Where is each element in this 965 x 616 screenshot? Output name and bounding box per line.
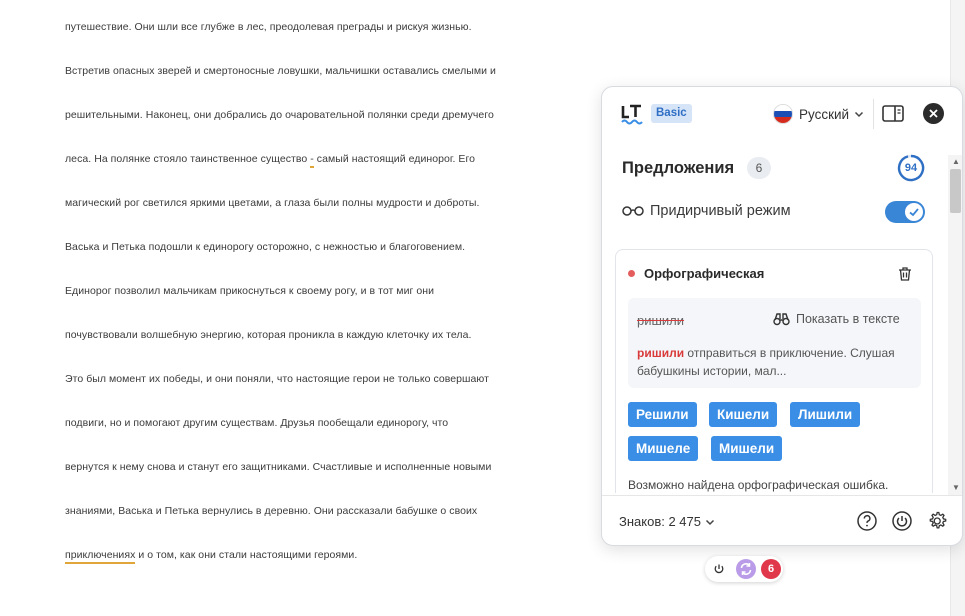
close-button[interactable]: [923, 103, 944, 124]
gear-icon[interactable]: [927, 510, 949, 532]
document-line[interactable]: магический рог светился яркими цветами, …: [65, 197, 479, 209]
languagetool-mini-widget[interactable]: 6: [705, 556, 783, 582]
flagged-text[interactable]: приключениях: [65, 549, 136, 564]
category-label: Орфографическая: [644, 266, 765, 281]
document-line[interactable]: почувствовали волшебную энергию, которая…: [65, 329, 471, 341]
show-in-text-label: Показать в тексте: [796, 312, 900, 326]
document-line[interactable]: подвиги, но и помогают другим существам.…: [65, 417, 448, 429]
show-in-text-link[interactable]: Показать в тексте: [773, 312, 900, 326]
error-word: ришили: [637, 313, 685, 328]
document-line[interactable]: Это был момент их победы, и они поняли, …: [65, 373, 489, 385]
error-count-badge[interactable]: 6: [761, 559, 781, 579]
sync-icon: [740, 563, 752, 575]
document-text-segment: и о том, как они стали настоящими героям…: [135, 549, 358, 561]
suggestion-button[interactable]: Решили: [628, 402, 697, 427]
sidebar-toggle-icon[interactable]: [881, 103, 905, 125]
panel-footer: Знаков: 2 475: [602, 495, 962, 545]
help-icon[interactable]: [856, 510, 878, 532]
language-selector[interactable]: Русский: [773, 103, 864, 125]
error-context-highlight: ришили: [637, 346, 685, 360]
languagetool-panel: Basic Русский Предложения 6 94 Придирчив…: [601, 86, 963, 546]
power-icon[interactable]: [711, 561, 727, 577]
close-icon: [929, 109, 938, 118]
panel-body: Предложения 6 94 Придирчивый режим Орфог…: [602, 141, 948, 493]
document-line[interactable]: путешествие. Они шли все глубже в лес, п…: [65, 21, 472, 33]
character-count-dropdown[interactable]: Знаков: 2 475: [619, 514, 715, 529]
check-icon: [909, 208, 919, 217]
document-line[interactable]: вернутся к нему снова и станут его защит…: [65, 461, 491, 473]
error-preview: ришили Показать в тексте ришили отправит…: [628, 298, 921, 388]
suggestions-count-badge: 6: [747, 157, 771, 179]
languagetool-logo-icon: [621, 104, 643, 125]
panel-header: Basic Русский: [602, 87, 962, 141]
chevron-down-icon: [705, 519, 715, 525]
plan-badge: Basic: [651, 104, 692, 123]
document-line[interactable]: Васька и Петька подошли к единорогу осто…: [65, 241, 465, 253]
suggestions-title: Предложения: [622, 159, 735, 177]
picky-mode-toggle[interactable]: [885, 201, 925, 223]
suggestion-button[interactable]: Мишеле: [628, 436, 699, 461]
power-icon[interactable]: [891, 510, 913, 532]
category-dot: [628, 270, 635, 277]
document-line[interactable]: приключениях и о том, как они стали наст…: [65, 549, 358, 564]
character-count-label: Знаков: 2 475: [619, 514, 701, 529]
glasses-icon: [622, 206, 644, 216]
document-line[interactable]: леса. На полянке стояло таинственное сущ…: [65, 153, 476, 168]
scroll-down-arrow-icon[interactable]: ▼: [952, 483, 960, 492]
document-text-segment: самый настоящий единорог. Его: [313, 153, 476, 165]
document-line[interactable]: решительными. Наконец, они добрались до …: [65, 109, 494, 121]
error-description: Возможно найдена орфографическая ошибка.: [628, 478, 889, 492]
document-line[interactable]: знаниями, Васька и Петька вернулись в де…: [65, 505, 477, 517]
language-label: Русский: [799, 106, 850, 122]
panel-scroll-thumb[interactable]: [950, 169, 961, 213]
error-context: ришили отправиться в приключение. Слушая…: [637, 344, 912, 380]
document-line[interactable]: Встретив опасных зверей и смертоносные л…: [65, 65, 496, 77]
binoculars-icon: [773, 313, 790, 326]
header-divider: [873, 99, 874, 129]
suggestion-card[interactable]: Орфографическая ришили Показать в тексте…: [615, 249, 933, 493]
chevron-down-icon: [855, 111, 864, 118]
suggestion-button[interactable]: Мишели: [711, 436, 783, 461]
suggestion-button[interactable]: Кишели: [709, 402, 778, 427]
trash-icon[interactable]: [897, 266, 913, 282]
toggle-knob: [905, 203, 923, 221]
document-text-segment: леса. На полянке стояло таинственное сущ…: [65, 153, 311, 165]
scroll-up-arrow-icon[interactable]: ▲: [952, 157, 960, 166]
sync-button[interactable]: [736, 559, 756, 579]
russia-flag-icon: [773, 104, 793, 124]
picky-mode-label: Придирчивый режим: [650, 203, 791, 219]
score-value: 94: [904, 162, 918, 174]
document-line[interactable]: Единорог позволил мальчикам прикоснуться…: [65, 285, 434, 297]
suggestion-button[interactable]: Лишили: [790, 402, 861, 427]
